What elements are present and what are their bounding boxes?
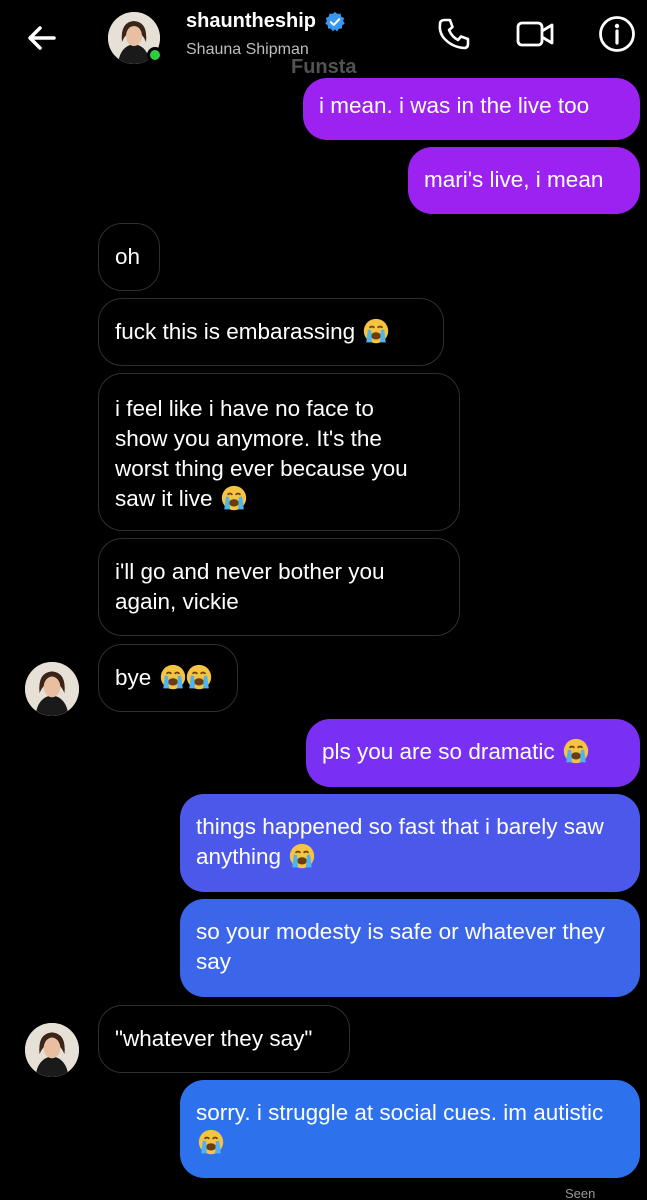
outgoing-message[interactable]: things happened so fast that i barely sa… <box>180 794 640 892</box>
verified-badge-icon <box>325 11 345 31</box>
loudly-crying-face-emoji <box>563 738 589 764</box>
message-text: mari's live, i mean <box>424 167 604 192</box>
message-text: "whatever they say" <box>115 1026 313 1051</box>
back-arrow-icon[interactable] <box>22 18 62 58</box>
message-text: fuck this is embarassing <box>115 319 356 344</box>
outgoing-message[interactable]: sorry. i struggle at social cues. im aut… <box>180 1080 640 1178</box>
incoming-message[interactable]: oh <box>98 223 160 291</box>
online-status-dot <box>147 47 163 63</box>
outgoing-message[interactable]: mari's live, i mean <box>408 147 640 214</box>
message-text: so your modesty is safe or whatever they… <box>196 919 605 974</box>
message-text: i mean. i was in the live too <box>319 93 590 118</box>
chat-header: shauntheship Shauna Shipman Funsta <box>0 0 647 78</box>
avatar-image <box>25 662 79 716</box>
phone-icon[interactable] <box>434 14 474 54</box>
loudly-crying-face-emoji <box>160 664 186 690</box>
incoming-message[interactable]: "whatever they say" <box>98 1005 350 1073</box>
watermark-text: Funsta <box>291 56 357 78</box>
message-text: sorry. i struggle at social cues. im aut… <box>196 1100 604 1125</box>
message-text: things happened so fast that i barely sa… <box>196 814 604 869</box>
message-text: i'll go and never bother you again, vick… <box>115 559 385 614</box>
message-text: oh <box>115 244 141 269</box>
loudly-crying-face-emoji <box>221 485 247 511</box>
outgoing-message[interactable]: pls you are so dramatic <box>306 719 640 787</box>
message-text: i feel like i have no face to show you a… <box>115 396 408 511</box>
sender-avatar[interactable] <box>25 662 79 716</box>
incoming-message[interactable]: bye <box>98 644 238 712</box>
sender-avatar[interactable] <box>25 1023 79 1077</box>
incoming-message[interactable]: i feel like i have no face to show you a… <box>98 373 460 531</box>
outgoing-message[interactable]: i mean. i was in the live too <box>303 78 640 140</box>
message-text: pls you are so dramatic <box>322 739 555 764</box>
loudly-crying-face-emoji <box>363 318 389 344</box>
loudly-crying-face-emoji <box>289 843 315 869</box>
avatar-image <box>25 1023 79 1077</box>
outgoing-message[interactable]: so your modesty is safe or whatever they… <box>180 899 640 997</box>
loudly-crying-face-emoji <box>198 1129 224 1155</box>
message-text: bye <box>115 665 152 690</box>
contact-avatar[interactable] <box>108 12 163 64</box>
contact-username[interactable]: shauntheship <box>186 10 316 33</box>
loudly-crying-face-emoji <box>186 664 212 690</box>
seen-indicator: Seen <box>565 1186 596 1200</box>
info-icon[interactable] <box>597 14 637 54</box>
video-camera-icon[interactable] <box>515 14 555 54</box>
incoming-message[interactable]: i'll go and never bother you again, vick… <box>98 538 460 636</box>
incoming-message[interactable]: fuck this is embarassing <box>98 298 444 366</box>
